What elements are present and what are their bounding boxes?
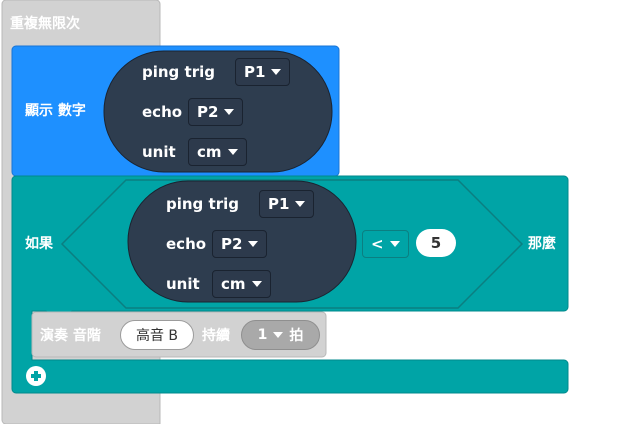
beats-value: 1 [257,327,268,343]
compare-value-input[interactable]: 5 [416,229,456,257]
caret-down-icon [251,281,262,287]
caret-down-icon [389,241,400,247]
show-number-label: 顯示 數字 [25,103,86,119]
echo-pin-dropdown[interactable]: P2 [188,98,244,126]
trig-pin-dropdown[interactable]: P1 [235,58,291,86]
beats-dropdown[interactable]: 1 拍 [241,320,320,350]
unit-label: unit [142,143,176,161]
ping-trig-label: ping trig [166,195,239,213]
compare-value-text: 5 [430,234,442,252]
caret-down-icon [248,241,259,247]
ping-trig-label: ping trig [142,63,215,81]
echo-pin-dropdown[interactable]: P2 [212,230,268,258]
echo-pin-value: P2 [221,235,243,253]
duration-label: 持續 [202,328,230,344]
trig-pin-dropdown[interactable]: P1 [259,190,315,218]
unit-value: cm [221,275,246,293]
trig-pin-value: P1 [268,195,290,213]
caret-down-icon [224,109,235,115]
unit-label: unit [166,275,200,293]
note-picker[interactable]: 高音 B [120,320,194,350]
caret-down-icon [295,201,306,207]
unit-dropdown[interactable]: cm [188,138,247,166]
unit-value: cm [197,143,222,161]
trig-pin-value: P1 [244,63,266,81]
echo-pin-value: P2 [197,103,219,121]
play-tone-label: 演奏 音階 [40,328,101,344]
caret-down-icon [273,332,284,338]
operator-value: < [371,235,384,253]
caret-down-icon [227,149,238,155]
forever-label: 重複無限次 [10,16,80,32]
echo-label: echo [166,235,207,253]
caret-down-icon [271,69,282,75]
note-value: 高音 B [135,328,179,344]
beat-unit-label: 拍 [289,328,304,344]
unit-dropdown[interactable]: cm [212,270,271,298]
operator-dropdown[interactable]: < [362,230,409,258]
then-label: 那麼 [528,236,556,252]
if-label: 如果 [25,236,53,252]
add-else-icon[interactable] [26,366,46,386]
echo-label: echo [142,103,183,121]
